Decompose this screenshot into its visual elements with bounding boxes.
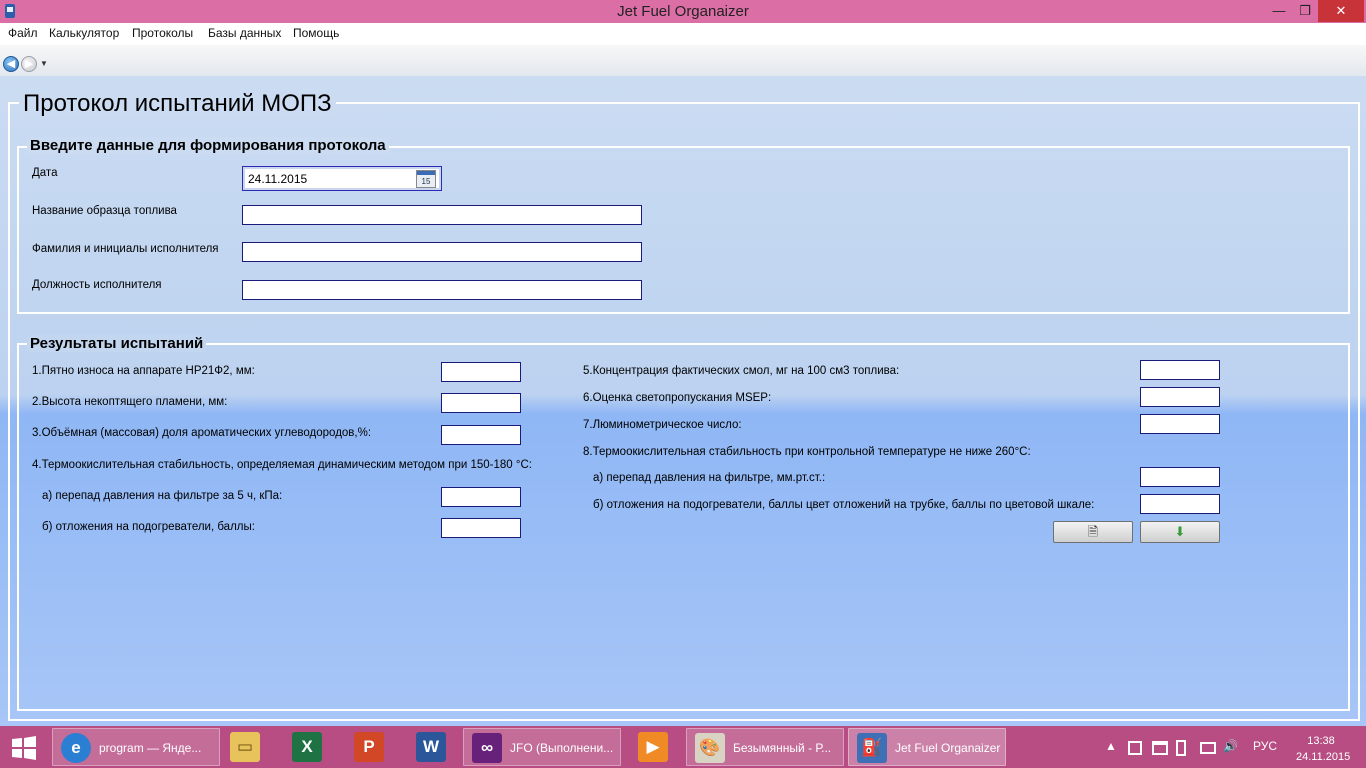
result-7-input[interactable] xyxy=(1140,414,1220,434)
result-4b-input[interactable] xyxy=(441,518,521,538)
input-section-title: Введите данные для формирования протокол… xyxy=(27,137,389,154)
sample-name-label: Название образца топлива xyxy=(32,205,177,217)
result-6-label: 6.Оценка светопропускания MSEP: xyxy=(583,392,772,404)
close-button[interactable]: ✕ xyxy=(1318,0,1364,22)
taskbar-item-powerpoint[interactable]: P xyxy=(346,728,390,766)
taskbar-item-visual-studio[interactable]: ∞ JFO (Выполнени... xyxy=(463,728,621,766)
result-4-label: 4.Термоокислительная стабильность, опред… xyxy=(32,459,532,471)
language-indicator[interactable]: РУС xyxy=(1253,739,1277,753)
file-explorer-icon: ▭ xyxy=(230,732,260,762)
result-4b-label: б) отложения на подогреватели, баллы: xyxy=(42,521,255,533)
taskbar-item-explorer[interactable]: ▭ xyxy=(222,728,266,766)
position-label: Должность исполнителя xyxy=(32,279,162,291)
clock[interactable]: 13:38 24.11.2015 xyxy=(1296,733,1351,765)
menu-databases[interactable]: Базы данных xyxy=(208,26,281,40)
media-player-icon: ▶ xyxy=(638,732,668,762)
window-title: Jet Fuel Organaizer xyxy=(617,3,749,20)
date-value: 24.11.2015 xyxy=(248,172,308,186)
calendar-icon[interactable]: 15 xyxy=(416,170,436,188)
taskbar-item-browser[interactable]: e program — Янде... xyxy=(52,728,220,766)
forward-arrow-glyph: ▶ xyxy=(24,58,34,70)
taskbar-item-paint[interactable]: 🎨 Безымянный - Р... xyxy=(686,728,844,766)
download-icon: ⬇ xyxy=(1174,524,1186,539)
date-label: Дата xyxy=(32,167,58,179)
battery-icon[interactable] xyxy=(1176,740,1186,756)
executor-label: Фамилия и инициалы исполнителя xyxy=(32,243,219,255)
result-8b-label: б) отложения на подогреватели, баллы цве… xyxy=(593,499,1095,511)
powerpoint-icon: P xyxy=(354,732,384,762)
taskbar-item-word[interactable]: W xyxy=(408,728,452,766)
result-5-label: 5.Концентрация фактических смол, мг на 1… xyxy=(583,365,900,377)
taskbar-item-label: Jet Fuel Organaizer xyxy=(895,741,1001,755)
result-3-input[interactable] xyxy=(441,425,521,445)
result-2-input[interactable] xyxy=(441,393,521,413)
results-section-title: Результаты испытаний xyxy=(27,335,207,352)
clock-date: 24.11.2015 xyxy=(1296,751,1351,763)
result-1-label: 1.Пятно износа на аппарате НР21Ф2, мм: xyxy=(32,365,255,377)
minimize-button[interactable]: — xyxy=(1266,0,1292,22)
result-5-input[interactable] xyxy=(1140,360,1220,380)
result-8-label: 8.Термоокислительная стабильность при ко… xyxy=(583,446,1031,458)
forward-arrow-icon[interactable]: ▶ xyxy=(21,56,37,72)
clock-time: 13:38 xyxy=(1307,735,1335,747)
windows-logo-icon[interactable] xyxy=(10,736,38,760)
create-document-button[interactable]: 🗎 xyxy=(1053,521,1133,543)
page-title: Протокол испытаний МОПЗ xyxy=(19,90,336,118)
taskbar-item-jet-fuel[interactable]: ⛽ Jet Fuel Organaizer xyxy=(848,728,1006,766)
input-section-frame xyxy=(17,146,1350,314)
volume-icon[interactable]: 🔊 xyxy=(1223,739,1238,753)
sample-name-input[interactable] xyxy=(242,205,642,225)
result-8a-label: а) перепад давления на фильтре, мм.рт.ст… xyxy=(593,472,826,484)
back-arrow-icon[interactable]: ◀ xyxy=(3,56,19,72)
back-arrow-glyph: ◀ xyxy=(6,58,16,70)
jet-fuel-app-icon: ⛽ xyxy=(857,733,887,763)
taskbar-item-label: Безымянный - Р... xyxy=(733,741,832,755)
menu-bar: Файл Калькулятор Протоколы Базы данных П… xyxy=(0,23,1366,45)
internet-explorer-icon: e xyxy=(61,733,91,763)
taskbar-item-label: JFO (Выполнени... xyxy=(510,741,614,755)
menu-calculator[interactable]: Калькулятор xyxy=(49,26,119,40)
visual-studio-icon: ∞ xyxy=(472,733,502,763)
navigation-bar: ◀ ▶ ▼ xyxy=(0,45,1366,76)
date-picker[interactable]: 24.11.2015 15 xyxy=(242,166,442,191)
taskbar-item-excel[interactable]: X xyxy=(284,728,328,766)
result-6-input[interactable] xyxy=(1140,387,1220,407)
paint-icon: 🎨 xyxy=(695,733,725,763)
result-8a-input[interactable] xyxy=(1140,467,1220,487)
title-bar[interactable]: Jet Fuel Organaizer — ❐ ✕ xyxy=(0,0,1366,23)
result-1-input[interactable] xyxy=(441,362,521,382)
result-4a-label: а) перепад давления на фильтре за 5 ч, к… xyxy=(42,490,283,502)
menu-file[interactable]: Файл xyxy=(8,26,38,40)
menu-protocols[interactable]: Протоколы xyxy=(132,26,193,40)
result-2-label: 2.Высота некоптящего пламени, мм: xyxy=(32,396,228,408)
result-7-label: 7.Люминометрическое число: xyxy=(583,419,742,431)
result-8b-input[interactable] xyxy=(1140,494,1220,514)
taskbar-item-media[interactable]: ▶ xyxy=(630,728,674,766)
excel-icon: X xyxy=(292,732,322,762)
maximize-button[interactable]: ❐ xyxy=(1292,0,1318,22)
menu-help[interactable]: Помощь xyxy=(293,26,339,40)
document-icon: 🗎 xyxy=(1087,524,1099,539)
result-4a-input[interactable] xyxy=(441,487,521,507)
taskbar-item-label: program — Янде... xyxy=(99,741,202,755)
position-input[interactable] xyxy=(242,280,642,300)
network-icon[interactable] xyxy=(1152,741,1168,755)
executor-input[interactable] xyxy=(242,242,642,262)
word-icon: W xyxy=(416,732,446,762)
save-document-button[interactable]: ⬇ xyxy=(1140,521,1220,543)
action-center-icon[interactable] xyxy=(1128,741,1142,755)
display-icon[interactable] xyxy=(1200,742,1216,754)
show-hidden-icons-icon[interactable]: ▲ xyxy=(1105,739,1117,753)
result-3-label: 3.Объёмная (массовая) доля ароматических… xyxy=(32,427,372,439)
nav-history-dropdown[interactable]: ▼ xyxy=(40,59,48,68)
